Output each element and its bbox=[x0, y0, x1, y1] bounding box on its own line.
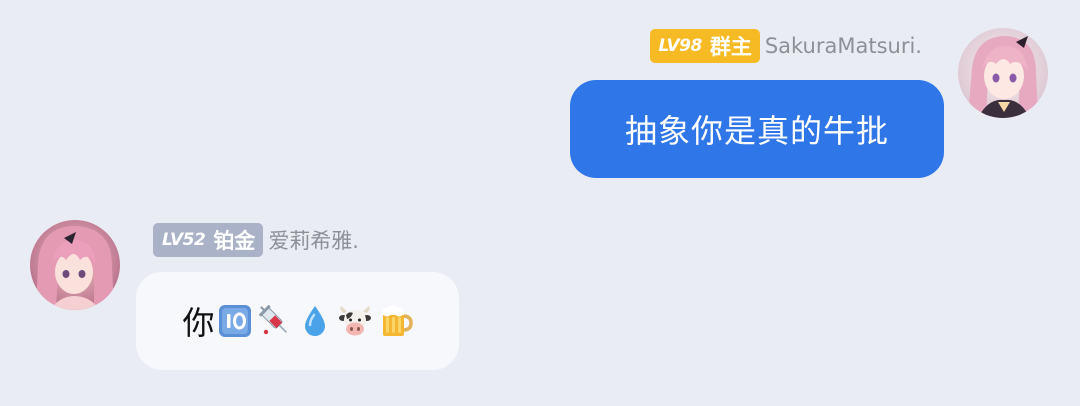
sender-header: LV52 铂金 爱莉希雅. bbox=[153, 222, 359, 258]
sender-header: LV98 群主 SakuraMatsuri. bbox=[649, 28, 922, 64]
message-text: 你 bbox=[182, 304, 215, 342]
sender-name[interactable]: 爱莉希雅. bbox=[268, 225, 359, 255]
cow-face-icon bbox=[338, 306, 371, 336]
level-badge: LV98 群主 bbox=[649, 29, 760, 63]
role-title-label: 群主 bbox=[709, 35, 752, 59]
keycap-ten-icon bbox=[218, 305, 251, 337]
level-badge: LV52 铂金 bbox=[153, 223, 264, 257]
syringe-icon bbox=[258, 304, 287, 335]
message-bubble[interactable]: 抽象你是真的牛批 bbox=[570, 80, 944, 178]
sender-name[interactable]: SakuraMatsuri. bbox=[765, 34, 922, 58]
role-title-label: 铂金 bbox=[213, 229, 256, 253]
emoji-row bbox=[217, 303, 413, 339]
level-label: LV98 bbox=[658, 36, 703, 56]
level-label: LV52 bbox=[162, 230, 206, 250]
avatar[interactable] bbox=[30, 220, 120, 310]
avatar[interactable] bbox=[958, 28, 1048, 118]
message-bubble[interactable]: 你 bbox=[136, 272, 459, 370]
message-text: 抽象你是真的牛批 bbox=[624, 112, 889, 150]
droplet-icon bbox=[304, 306, 325, 336]
beer-mug-icon bbox=[382, 305, 413, 336]
